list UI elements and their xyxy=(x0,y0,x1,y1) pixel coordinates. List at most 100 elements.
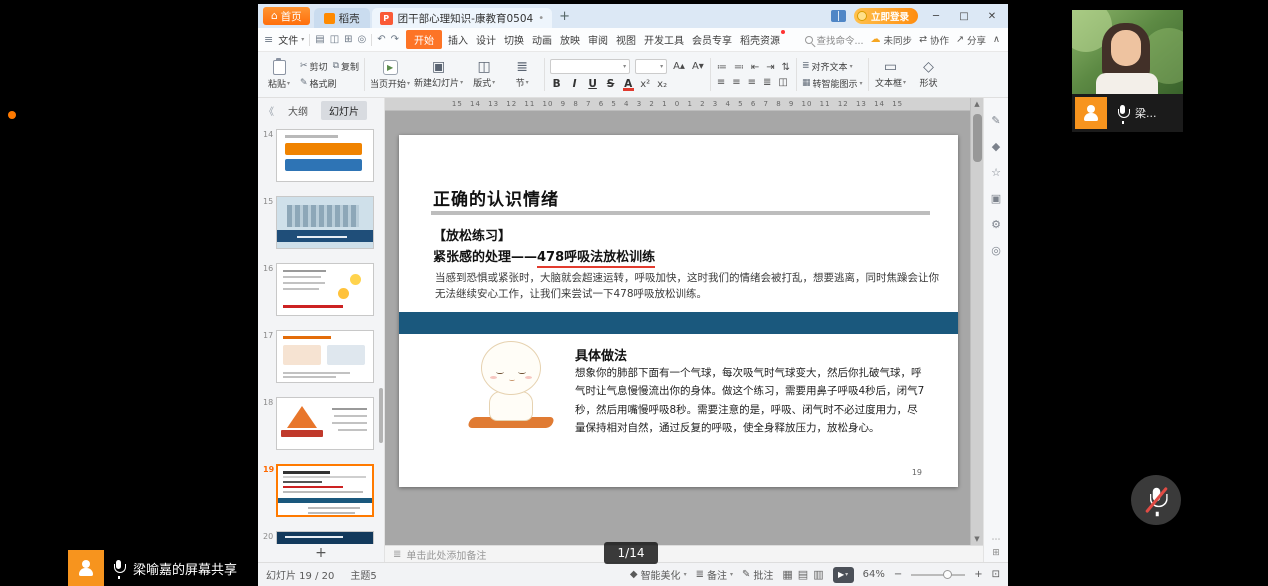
split-view-icon[interactable] xyxy=(831,10,846,22)
output-icon[interactable]: ◫ xyxy=(330,34,339,45)
preview-icon[interactable]: ◎ xyxy=(358,34,367,45)
minimize-button[interactable]: ─ xyxy=(926,11,946,22)
align-right-icon[interactable]: ≡ xyxy=(747,77,757,88)
line-spacing-icon[interactable]: ⇅ xyxy=(781,62,791,73)
participant-avatar[interactable] xyxy=(1075,97,1107,129)
zoom-knob[interactable] xyxy=(943,570,952,579)
command-search[interactable]: 查找命令... xyxy=(805,33,863,47)
home-tab-button[interactable]: ⌂ 首页 xyxy=(263,7,310,25)
cut-button[interactable]: ✂剪切 xyxy=(300,60,328,73)
slide-thumbnail-14[interactable]: 14 xyxy=(276,129,374,182)
microphone-muted-button[interactable] xyxy=(1131,475,1181,525)
help-icon[interactable]: ◎ xyxy=(991,244,1001,257)
copy-button[interactable]: ⧉复制 xyxy=(333,60,359,73)
hamburger-icon[interactable]: ≡ xyxy=(264,33,273,46)
tab-view[interactable]: 视图 xyxy=(612,30,640,49)
grid-icon[interactable]: ⊞ xyxy=(992,548,1000,558)
zoom-in-icon[interactable]: + xyxy=(974,569,982,580)
new-tab-button[interactable]: + xyxy=(559,9,570,24)
increase-indent-icon[interactable]: ⇥ xyxy=(765,62,775,73)
tab-animation[interactable]: 动画 xyxy=(528,30,556,49)
collaborate-button[interactable]: ⇄ 协作 xyxy=(919,33,949,47)
participant-video-tile[interactable]: 梁... xyxy=(1072,10,1183,132)
tab-devtools[interactable]: 开发工具 xyxy=(640,30,688,49)
superscript-icon[interactable]: x² xyxy=(639,79,651,90)
document-tab[interactable]: P 团干部心理知识-康教育0504 • xyxy=(372,8,552,28)
slide-thumbnail-17[interactable]: 17 xyxy=(276,330,374,383)
columns-icon[interactable]: ◫ xyxy=(777,77,788,88)
effects-icon[interactable]: ◆ xyxy=(992,140,1000,153)
scrollbar-thumb[interactable] xyxy=(973,114,982,162)
notes-bar[interactable]: ≣ 单击此处添加备注 xyxy=(385,545,983,562)
normal-view-icon[interactable]: ▦ xyxy=(782,568,792,581)
increase-font-icon[interactable]: A▴ xyxy=(672,61,686,72)
align-center-icon[interactable]: ≡ xyxy=(731,77,741,88)
format-painter-button[interactable]: ✎格式刷 xyxy=(300,77,337,90)
smart-beautify-button[interactable]: ◆ 智能美化▾ xyxy=(630,567,687,582)
tab-design[interactable]: 设计 xyxy=(472,30,500,49)
section-button[interactable]: ≣ 节▾ xyxy=(505,55,539,94)
participant-mic-icon[interactable] xyxy=(1116,105,1129,122)
panel-scrollbar[interactable] xyxy=(379,388,383,443)
layout-button[interactable]: ◫ 版式▾ xyxy=(467,55,501,94)
tab-slideshow[interactable]: 放映 xyxy=(556,30,584,49)
font-color-icon[interactable]: A xyxy=(622,78,634,90)
zoom-level[interactable]: 64% xyxy=(863,569,885,580)
notification-dot[interactable] xyxy=(8,111,16,119)
underline-button[interactable]: U xyxy=(586,78,599,90)
strikethrough-button[interactable]: S xyxy=(604,78,617,90)
vertical-scrollbar[interactable]: ▲ ▼ xyxy=(970,98,983,545)
save-icon[interactable]: ▤ xyxy=(315,34,324,45)
sync-status[interactable]: ☁ 未同步 xyxy=(871,33,913,47)
slide-thumbnail-19-selected[interactable]: 19 xyxy=(276,464,374,517)
properties-icon[interactable]: ✎ xyxy=(991,114,1000,127)
sharer-mic-icon[interactable] xyxy=(112,560,125,577)
notes-button[interactable]: ≣ 备注▾ xyxy=(696,567,733,582)
bold-button[interactable]: B xyxy=(550,78,563,90)
play-from-current-button[interactable]: ▶ 当页开始▾ xyxy=(370,55,410,94)
print-icon[interactable]: ⊞ xyxy=(344,34,352,45)
shape-button[interactable]: ◇ 形状 xyxy=(912,55,946,94)
tab-home[interactable]: 开始 xyxy=(406,30,442,49)
collapse-ribbon-icon[interactable]: ∧ xyxy=(993,34,1000,45)
reading-view-icon[interactable]: ▥ xyxy=(813,568,823,581)
comment-button[interactable]: ✎ 批注 xyxy=(742,567,773,582)
tab-slides[interactable]: 幻灯片 xyxy=(321,101,367,120)
slide-thumbnail-18[interactable]: 18 xyxy=(276,397,374,450)
tab-member[interactable]: 会员专享 xyxy=(688,30,736,49)
zoom-out-icon[interactable]: − xyxy=(894,569,902,580)
slide-thumbnail-16[interactable]: 16 xyxy=(276,263,374,316)
new-slide-button[interactable]: ▣ 新建幻灯片▾ xyxy=(414,55,463,94)
tab-transition[interactable]: 切换 xyxy=(500,30,528,49)
font-family-select[interactable]: ▾ xyxy=(550,59,630,74)
file-menu[interactable]: 文件▾ xyxy=(278,32,304,47)
share-button[interactable]: ↗ 分享 xyxy=(956,33,986,47)
paste-button[interactable]: 粘贴▾ xyxy=(262,55,296,94)
fit-slide-icon[interactable]: ⊡ xyxy=(992,569,1000,580)
theme-name[interactable]: 主题5 xyxy=(350,567,376,582)
smart-art-button[interactable]: ▦转智能图示▾ xyxy=(802,77,863,90)
bullet-list-icon[interactable]: ≔ xyxy=(716,62,728,73)
login-button[interactable]: 立即登录 xyxy=(854,8,918,24)
close-button[interactable]: ✕ xyxy=(982,11,1002,22)
docer-tab[interactable]: 稻壳 xyxy=(314,8,370,28)
more-icon[interactable]: ⋯ xyxy=(992,535,1001,545)
add-slide-button[interactable]: + xyxy=(258,544,384,562)
scroll-up-icon[interactable]: ▲ xyxy=(971,98,983,110)
subscript-icon[interactable]: x₂ xyxy=(656,79,668,90)
textbox-button[interactable]: ▭ 文本框▾ xyxy=(874,55,908,94)
redo-icon[interactable]: ↷ xyxy=(391,34,399,45)
collapse-panel-icon[interactable]: 《 xyxy=(264,103,274,118)
slide-thumbnail-15[interactable]: 15 xyxy=(276,196,374,249)
zoom-slider[interactable] xyxy=(911,574,965,576)
tab-docer-resources[interactable]: 稻壳资源 xyxy=(736,30,784,49)
align-left-icon[interactable]: ≡ xyxy=(716,77,726,88)
settings-icon[interactable]: ⚙ xyxy=(991,218,1001,231)
decrease-indent-icon[interactable]: ⇤ xyxy=(750,62,760,73)
sharer-avatar[interactable] xyxy=(68,550,104,586)
favorites-icon[interactable]: ☆ xyxy=(991,166,1001,179)
slideshow-play-button[interactable]: ▶▾ xyxy=(833,567,854,583)
tab-review[interactable]: 审阅 xyxy=(584,30,612,49)
tab-insert[interactable]: 插入 xyxy=(444,30,472,49)
slide-canvas[interactable]: 正确的认识情绪 【放松练习】 紧张感的处理——478呼吸法放松训练 当感到恐惧或… xyxy=(399,135,958,487)
